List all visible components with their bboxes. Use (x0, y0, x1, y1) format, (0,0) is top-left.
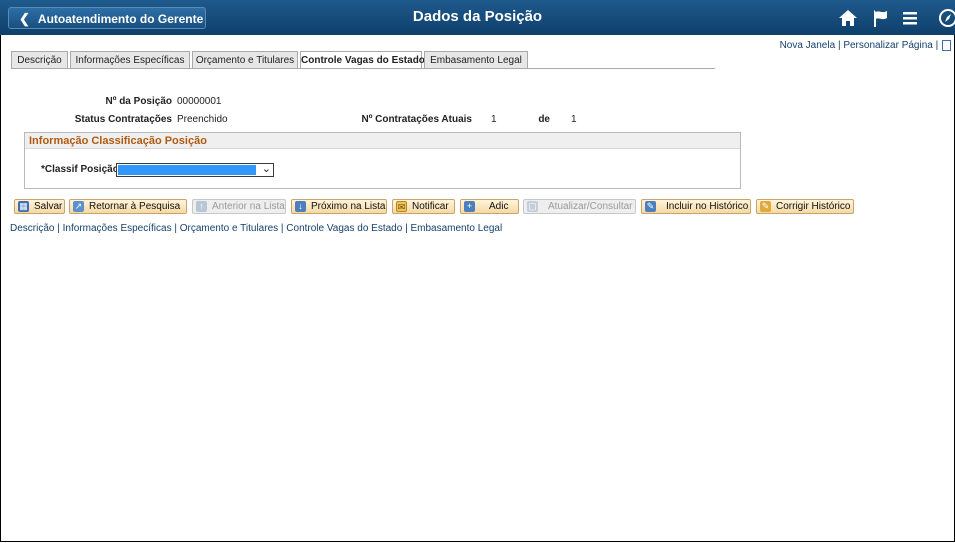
header-bar: ❮ Autoatendimento do Gerente Dados da Pos… (0, 0, 955, 35)
notify-button[interactable]: ✉ Notificar (392, 199, 455, 214)
classification-select-label: *Classif Posição: (41, 164, 123, 175)
link-descricao[interactable]: Descrição (10, 223, 54, 234)
notify-label: Notificar (412, 201, 449, 212)
classification-select[interactable]: ⌄ (116, 163, 274, 177)
current-hires-label: Nº Contratações Atuais (361, 114, 472, 125)
tab-informacoes-especificas[interactable]: Informações Específicas (70, 51, 190, 68)
next-label: Próximo na Lista (311, 201, 386, 212)
arrow-up-icon: ↑ (196, 201, 207, 212)
return-search-label: Retornar à Pesquisa (89, 201, 181, 212)
update-label: Atualizar/Consultar (548, 201, 633, 212)
menu-icon[interactable] (897, 5, 923, 31)
hiring-status-value: Preenchido (177, 114, 228, 125)
add-label: Adic (489, 201, 509, 212)
new-window-link[interactable]: Nova Janela (780, 40, 836, 51)
add-icon: + (464, 201, 475, 212)
tab-descricao[interactable]: Descrição (11, 51, 68, 68)
link-separator: | (935, 40, 939, 52)
page-title: Dados da Posição (412, 8, 543, 25)
tab-controle-vagas[interactable]: Controle Vagas do Estado (300, 51, 425, 69)
flag-icon[interactable] (867, 5, 893, 31)
bottom-page-links: Descrição | Informações Específicas | Or… (10, 223, 502, 234)
return-search-icon: ↗ (73, 201, 84, 212)
link-separator: | (174, 223, 177, 234)
link-controle-vagas[interactable]: Controle Vagas do Estado (286, 223, 402, 234)
correct-history-label: Corrigir Histórico (776, 201, 851, 212)
link-embasamento-legal[interactable]: Embasamento Legal (410, 223, 502, 234)
home-icon[interactable] (835, 5, 861, 31)
navbar-icon[interactable] (935, 5, 955, 31)
next-in-list-button[interactable]: ↓ Próximo na Lista (291, 199, 387, 214)
correct-history-button[interactable]: ✎ Corrigir Histórico (756, 199, 854, 214)
update-icon: ▢ (527, 201, 538, 212)
previous-in-list-button[interactable]: ↑ Anterior na Lista (192, 199, 286, 214)
include-history-button[interactable]: ✎ Incluir no Histórico (641, 199, 751, 214)
save-icon: ▦ (18, 201, 29, 212)
previous-label: Anterior na Lista (212, 201, 285, 212)
correct-history-icon: ✎ (760, 201, 771, 212)
position-number-value: 00000001 (177, 96, 222, 107)
personalize-page-link[interactable]: Personalizar Página (843, 40, 933, 51)
add-button[interactable]: + Adic (460, 199, 519, 214)
page-options-icon[interactable] (942, 40, 951, 51)
return-to-search-button[interactable]: ↗ Retornar à Pesquisa (69, 199, 187, 214)
position-number-label: Nº da Posição (105, 96, 172, 107)
select-highlight (118, 165, 256, 175)
include-history-icon: ✎ (645, 201, 656, 212)
of-value: 1 (571, 114, 577, 125)
include-history-label: Incluir no Histórico (666, 201, 749, 212)
tab-orcamento-titulares[interactable]: Orçamento e Titulares (192, 51, 298, 68)
tab-divider (11, 68, 715, 69)
tab-embasamento-legal[interactable]: Embasamento Legal (424, 51, 528, 68)
group-title: Informação Classificação Posição (25, 133, 740, 149)
chevron-down-icon: ⌄ (261, 163, 271, 175)
link-informacoes-especificas[interactable]: Informações Específicas (63, 223, 172, 234)
arrow-down-icon: ↓ (295, 201, 306, 212)
save-label: Salvar (34, 201, 63, 212)
link-separator: | (405, 223, 408, 234)
link-separator: | (280, 223, 284, 234)
link-separator: | (837, 40, 841, 52)
page-frame (0, 0, 955, 542)
envelope-icon: ✉ (396, 201, 407, 212)
link-orcamento-titulares[interactable]: Orçamento e Titulares (180, 223, 278, 234)
link-separator: | (57, 223, 60, 234)
top-links: Nova Janela | Personalizar Página | (780, 40, 951, 51)
hiring-status-label: Status Contratações (74, 114, 172, 125)
current-hires-value: 1 (491, 114, 497, 125)
save-button[interactable]: ▦ Salvar (14, 199, 65, 214)
of-label: de (538, 114, 550, 125)
classification-group: Informação Classificação Posição *Classi… (24, 132, 741, 189)
update-display-button[interactable]: ▢ Atualizar/Consultar (523, 199, 636, 214)
